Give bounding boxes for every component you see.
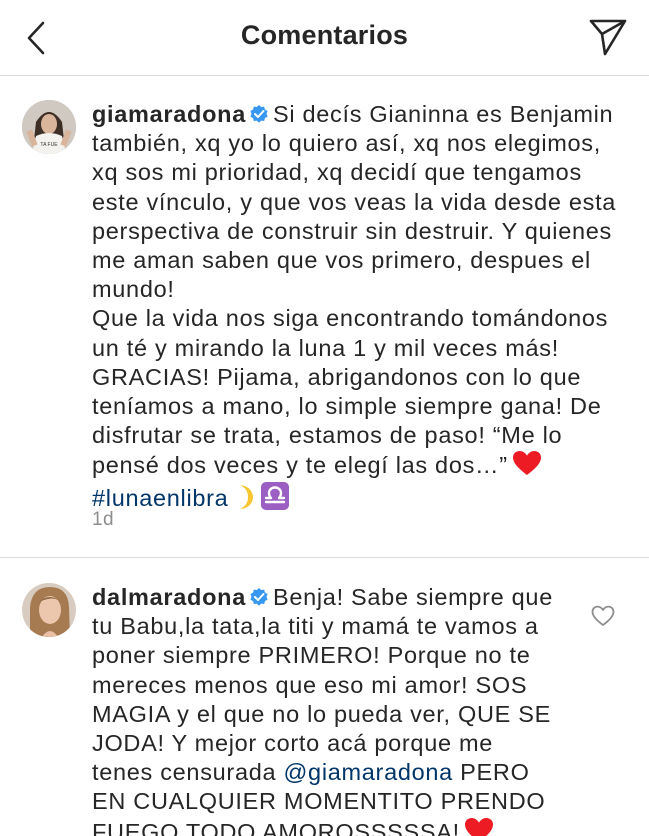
crescent-moon-emoji-icon (240, 484, 254, 509)
comment-line: disfrutar se trata, estamos de paso! “Me… (92, 422, 563, 449)
comment-timestamp: 1d (92, 509, 114, 530)
verified-badge-icon (250, 105, 268, 123)
red-heart-emoji-icon (464, 817, 493, 836)
mention-link[interactable]: @giamaradona (284, 759, 453, 785)
comment-first-line: giamaradona Si decís Gianinna es Benjamin (92, 100, 632, 129)
avatar[interactable] (22, 583, 76, 637)
comment-first-line: dalmaradona Benja! Sabe siempre que (92, 583, 582, 612)
comment-line: también, xq yo lo quiero así, xq nos ele… (92, 130, 601, 157)
comment-line: me aman saben que vos primero, despues e… (92, 247, 591, 274)
comment-line-last: pensé dos veces y te elegí las dos…” (92, 450, 632, 480)
svg-text:TA FUE: TA FUE (40, 142, 58, 148)
comment-line: mundo! (92, 276, 175, 303)
like-button[interactable] (591, 605, 615, 629)
comment-line-suffix: PERO (452, 759, 530, 786)
comment-line: FUEGO TODO AMOROSSSSSA! (92, 818, 460, 836)
caption-comment: TA FUE giamaradona Si decís Gianinna es B… (0, 76, 649, 558)
paper-plane-icon (589, 19, 627, 56)
comment-line: este vínculo, y que vos veas la vida des… (92, 188, 617, 215)
comment-line: tu Babu,la tata,la titi y mamá te vamos … (92, 613, 539, 640)
comment-line: un té y mirando la luna 1 y mil veces má… (92, 334, 559, 361)
username-link[interactable]: dalmaradona (92, 584, 246, 610)
comment: dalmaradona Benja! Sabe siempre que tu Ba… (0, 559, 649, 836)
verified-badge-icon (250, 588, 268, 606)
share-button[interactable] (585, 14, 631, 60)
user-avatar-image (22, 583, 76, 637)
comment-line: mereces menos que eso mi amor! SOS (92, 671, 528, 698)
comment-line: poner siempre PRIMERO! Porque no te (92, 642, 531, 669)
libra-emoji-icon (261, 481, 290, 510)
page-title: Comentarios (240, 20, 409, 50)
hashtag-line: #lunaenlibra (92, 481, 632, 513)
user-avatar-image: TA FUE (22, 100, 76, 154)
comment-line: perspectiva de construir sin destruir. Y… (92, 217, 612, 244)
red-heart-emoji-icon (512, 451, 541, 476)
hashtag-link[interactable]: #lunaenlibra (92, 485, 228, 511)
mention-line: tenes censurada @giamaradona PERO (92, 758, 582, 787)
username-link[interactable]: giamaradona (92, 101, 246, 127)
comment-line: Benja! Sabe siempre que (272, 584, 553, 610)
header: Comentarios (0, 0, 649, 76)
comment-line: GRACIAS! Pijama, abrigandonos con lo que (92, 363, 582, 390)
comment-line: MAGIA y el que no lo pueda ver, QUE SE (92, 700, 551, 727)
comment-line: Si decís Gianinna es Benjamin (272, 101, 614, 127)
comment-text: dalmaradona Benja! Sabe siempre que tu Ba… (92, 583, 582, 836)
comment-line: EN CUALQUIER MOMENTITO PRENDO (92, 788, 546, 815)
comment-line: pensé dos veces y te elegí las dos…” (92, 452, 508, 479)
comment-line: teníamos a mano, lo simple siempre gana!… (92, 393, 602, 420)
comment-line-prefix: tenes censurada (92, 759, 284, 786)
comment-text: giamaradona Si decís Gianinna es Benjamin… (92, 100, 632, 513)
heart-outline-icon (591, 605, 615, 626)
comment-line: Que la vida nos siga encontrando tomándo… (92, 305, 609, 332)
comment-line-last: FUEGO TODO AMOROSSSSSA! (92, 817, 582, 836)
comment-line: JODA! Y mejor corto acá porque me (92, 730, 494, 757)
comment-line: xq sos mi prioridad, xq decidí que tenga… (92, 159, 582, 186)
avatar[interactable]: TA FUE (22, 100, 76, 154)
